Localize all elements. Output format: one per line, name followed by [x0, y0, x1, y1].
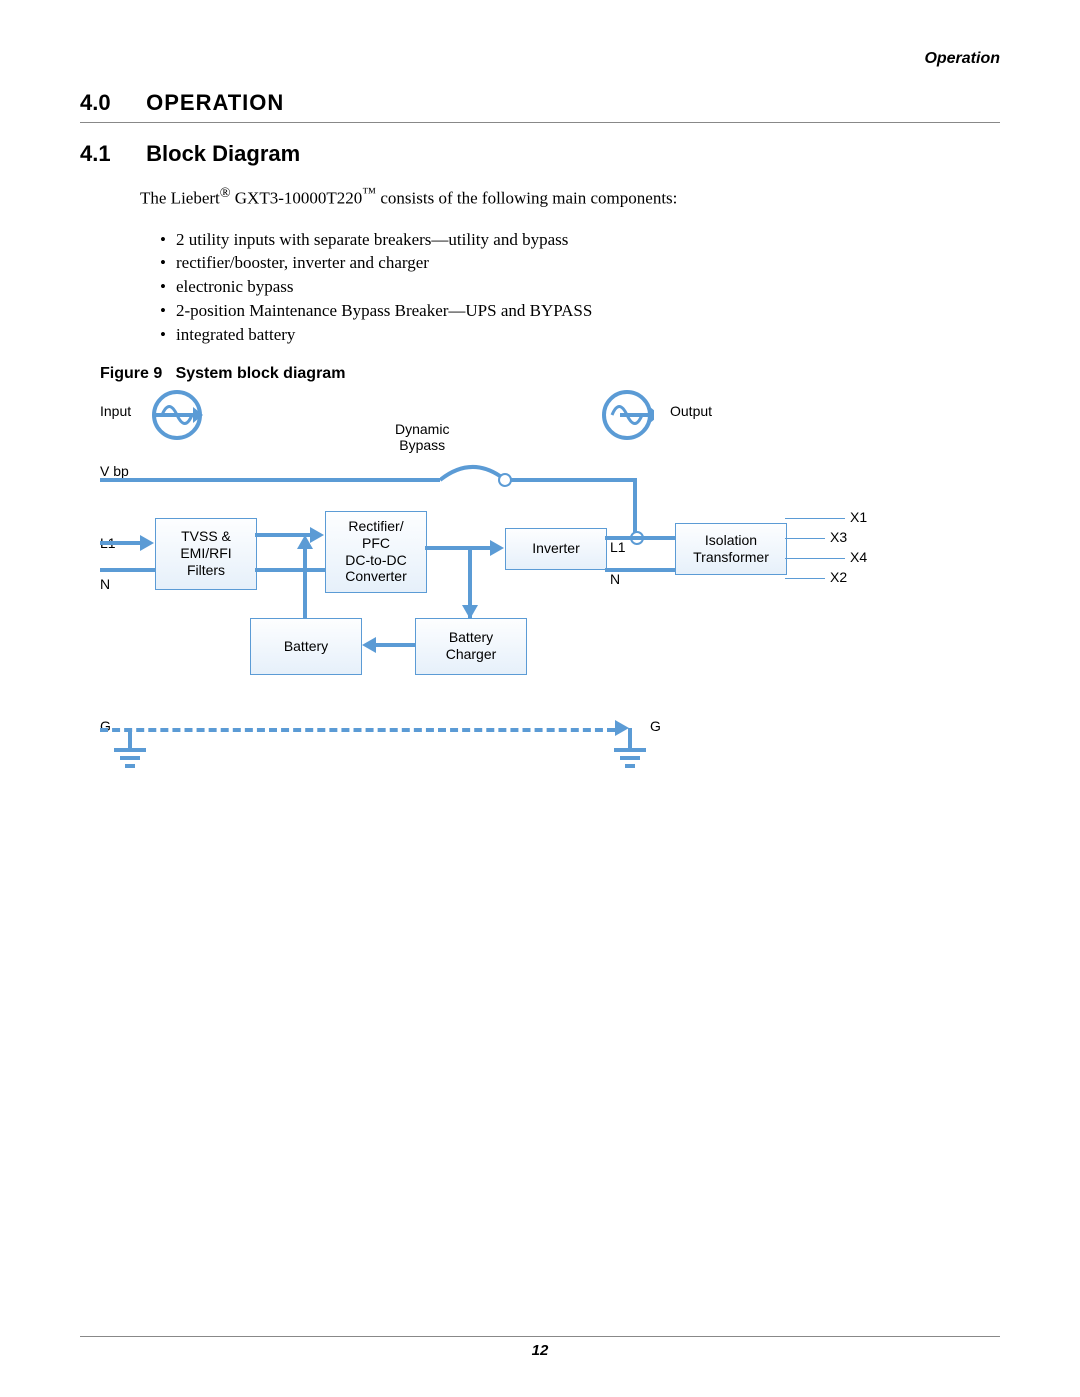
figure-label: Figure 9 — [100, 365, 162, 382]
list-item: rectifier/booster, inverter and charger — [160, 251, 1000, 275]
block-isolation-transformer: Isolation Transformer — [675, 523, 787, 575]
trace-x4 — [785, 558, 845, 559]
arrow-rect-inv — [490, 540, 504, 556]
arrow-battery-up — [297, 535, 313, 549]
section-title-row: 4.0 OPERATION — [80, 90, 1000, 116]
list-item: electronic bypass — [160, 275, 1000, 299]
page-number: 12 — [0, 1342, 1080, 1359]
footer-rule — [80, 1336, 1000, 1337]
block-battery: Battery — [250, 618, 362, 675]
block-rectifier: Rectifier/ PFC DC-to-DC Converter — [325, 511, 427, 593]
arrow-charger-down — [462, 605, 478, 619]
bypass-rail-right — [510, 478, 635, 482]
arrow-charger-battery — [362, 637, 376, 653]
intro-prefix: The Liebert — [140, 189, 220, 208]
trademark-mark: ™ — [362, 185, 376, 201]
trace-x2 — [785, 578, 825, 579]
label-x4: X4 — [850, 549, 867, 565]
ground-symbol-right-icon — [610, 728, 650, 778]
label-dynamic-bypass: Dynamic Bypass — [395, 421, 449, 453]
label-l1-right: L1 — [610, 539, 626, 555]
figure-caption: Figure 9 System block diagram — [100, 365, 1000, 383]
label-g-right: G — [650, 718, 661, 734]
subsection-title: Block Diagram — [146, 141, 300, 166]
trace-battery-up — [303, 548, 307, 618]
bypass-rail-left — [100, 478, 440, 482]
list-item: 2 utility inputs with separate breakers—… — [160, 228, 1000, 252]
component-list: 2 utility inputs with separate breakers—… — [160, 228, 1000, 347]
subsection-number: 4.1 — [80, 141, 140, 167]
system-block-diagram: Input Output Dynamic Bypass V bp TVSS — [100, 393, 950, 813]
ground-symbol-left-icon — [110, 728, 150, 778]
running-header: Operation — [924, 50, 1000, 68]
trace-x1 — [785, 518, 845, 519]
trace-l1-in — [100, 541, 142, 545]
label-vbp: V bp — [100, 463, 129, 479]
sine-input-icon — [150, 388, 204, 442]
block-filters: TVSS & EMI/RFI Filters — [155, 518, 257, 590]
label-n-left: N — [100, 576, 110, 592]
block-inverter: Inverter — [505, 528, 607, 570]
intro-model: GXT3-10000T220 — [231, 189, 363, 208]
figure-title: System block diagram — [176, 365, 346, 382]
section-number: 4.0 — [80, 90, 140, 116]
trace-rect-inv — [425, 546, 490, 550]
label-n-right: N — [610, 571, 620, 587]
section-rule — [80, 122, 1000, 123]
block-charger: Battery Charger — [415, 618, 527, 675]
bypass-drop — [633, 478, 637, 533]
registered-mark: ® — [220, 185, 231, 201]
sine-output-icon — [600, 388, 654, 442]
trace-n-in — [100, 568, 155, 572]
label-output: Output — [670, 403, 712, 419]
ground-rail — [100, 728, 615, 732]
intro-suffix: consists of the following main component… — [376, 189, 677, 208]
label-input: Input — [100, 403, 131, 419]
section-title: OPERATION — [146, 90, 284, 115]
arrow-l1-in — [140, 535, 154, 551]
label-x3: X3 — [830, 529, 847, 545]
trace-filters-rect-bot — [255, 568, 325, 572]
trace-x3 — [785, 538, 825, 539]
subsection-title-row: 4.1 Block Diagram — [80, 141, 1000, 167]
label-x2: X2 — [830, 569, 847, 585]
list-item: 2-position Maintenance Bypass Breaker—UP… — [160, 299, 1000, 323]
intro-paragraph: The Liebert® GXT3-10000T220™ consists of… — [140, 184, 1000, 211]
label-x1: X1 — [850, 509, 867, 525]
page: Operation 4.0 OPERATION 4.1 Block Diagra… — [0, 0, 1080, 1397]
trace-charger-battery — [375, 643, 415, 647]
list-item: integrated battery — [160, 323, 1000, 347]
